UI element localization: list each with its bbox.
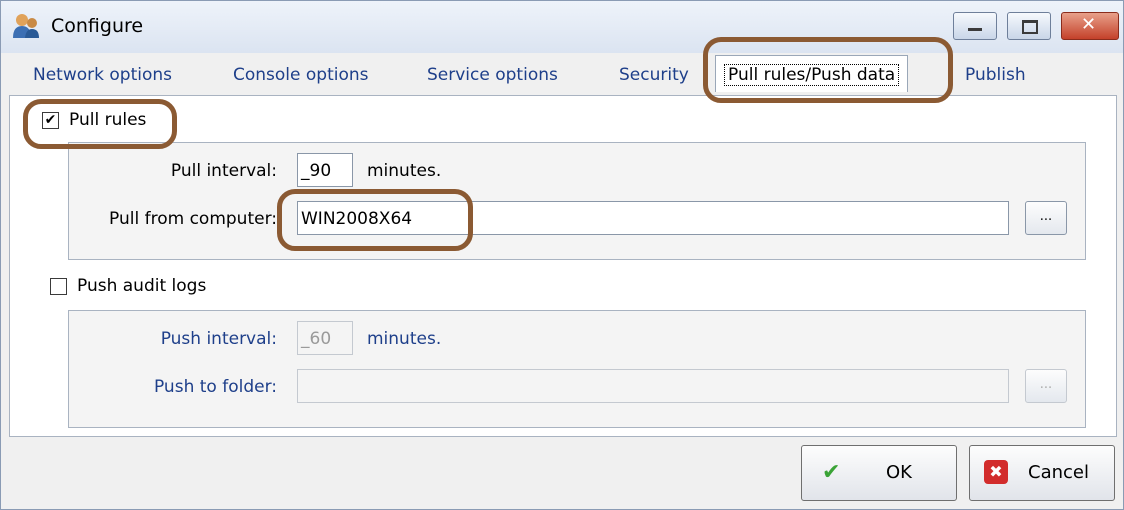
tab-console-options[interactable]: Console options [233,65,369,85]
maximize-icon [1022,20,1038,34]
pull-from-computer-field[interactable]: WIN2008X64 [297,201,1009,235]
push-audit-logs-checkbox[interactable] [50,278,67,295]
title-bar: Configure ✕ [1,1,1123,53]
push-folder-browse-button[interactable]: ... [1025,369,1067,403]
pull-rules-group: Pull interval: _90 minutes. Pull from co… [68,142,1086,260]
tab-service-options[interactable]: Service options [427,65,558,85]
tab-network-options[interactable]: Network options [33,65,172,85]
window-title: Configure [51,15,144,37]
push-to-folder-label: Push to folder: [153,377,277,397]
minimize-icon [968,28,982,31]
tab-panel: ✔ Pull rules Pull interval: _90 minutes.… [9,95,1117,437]
ok-label: OK [886,462,912,483]
tab-security[interactable]: Security [619,65,689,85]
pull-computer-browse-button[interactable]: ... [1025,201,1067,235]
push-audit-logs-checkbox-row[interactable]: Push audit logs [50,276,250,300]
pull-rules-checkbox-row[interactable]: ✔ Pull rules [42,110,192,134]
push-audit-logs-label: Push audit logs [77,276,207,296]
close-button[interactable]: ✕ [1061,12,1119,40]
close-icon: ✕ [1081,14,1097,35]
push-data-group: Push interval: _60 minutes. Push to fold… [68,310,1086,428]
users-icon [13,14,39,38]
configure-window: Configure ✕ Network options Console opti… [0,0,1124,510]
cancel-label: Cancel [1028,462,1089,483]
pull-from-computer-label: Pull from computer: [109,209,277,229]
cancel-icon: ✖ [984,460,1008,484]
tab-publish[interactable]: Publish [965,65,1026,85]
tab-strip: Network options Console options Service … [1,53,1123,97]
maximize-button[interactable] [1007,12,1051,40]
pull-interval-unit: minutes. [367,161,442,181]
pull-interval-label: Pull interval: [170,161,277,181]
pull-interval-field[interactable]: _90 [297,153,353,187]
pull-rules-checkbox[interactable]: ✔ [42,112,59,129]
push-interval-unit: minutes. [367,329,442,349]
push-to-folder-field[interactable] [297,369,1009,403]
minimize-button[interactable] [953,12,997,40]
ok-button[interactable]: ✔ OK [801,445,957,501]
cancel-button[interactable]: ✖ Cancel [969,445,1115,501]
tab-pull-rules-push-data[interactable]: Pull rules/Push data [715,55,909,92]
pull-rules-label: Pull rules [69,110,147,130]
checkmark-icon: ✔ [822,460,841,485]
push-interval-field[interactable]: _60 [297,321,353,355]
tab-pull-rules-push-data-label: Pull rules/Push data [724,64,900,86]
push-interval-label: Push interval: [160,329,277,349]
